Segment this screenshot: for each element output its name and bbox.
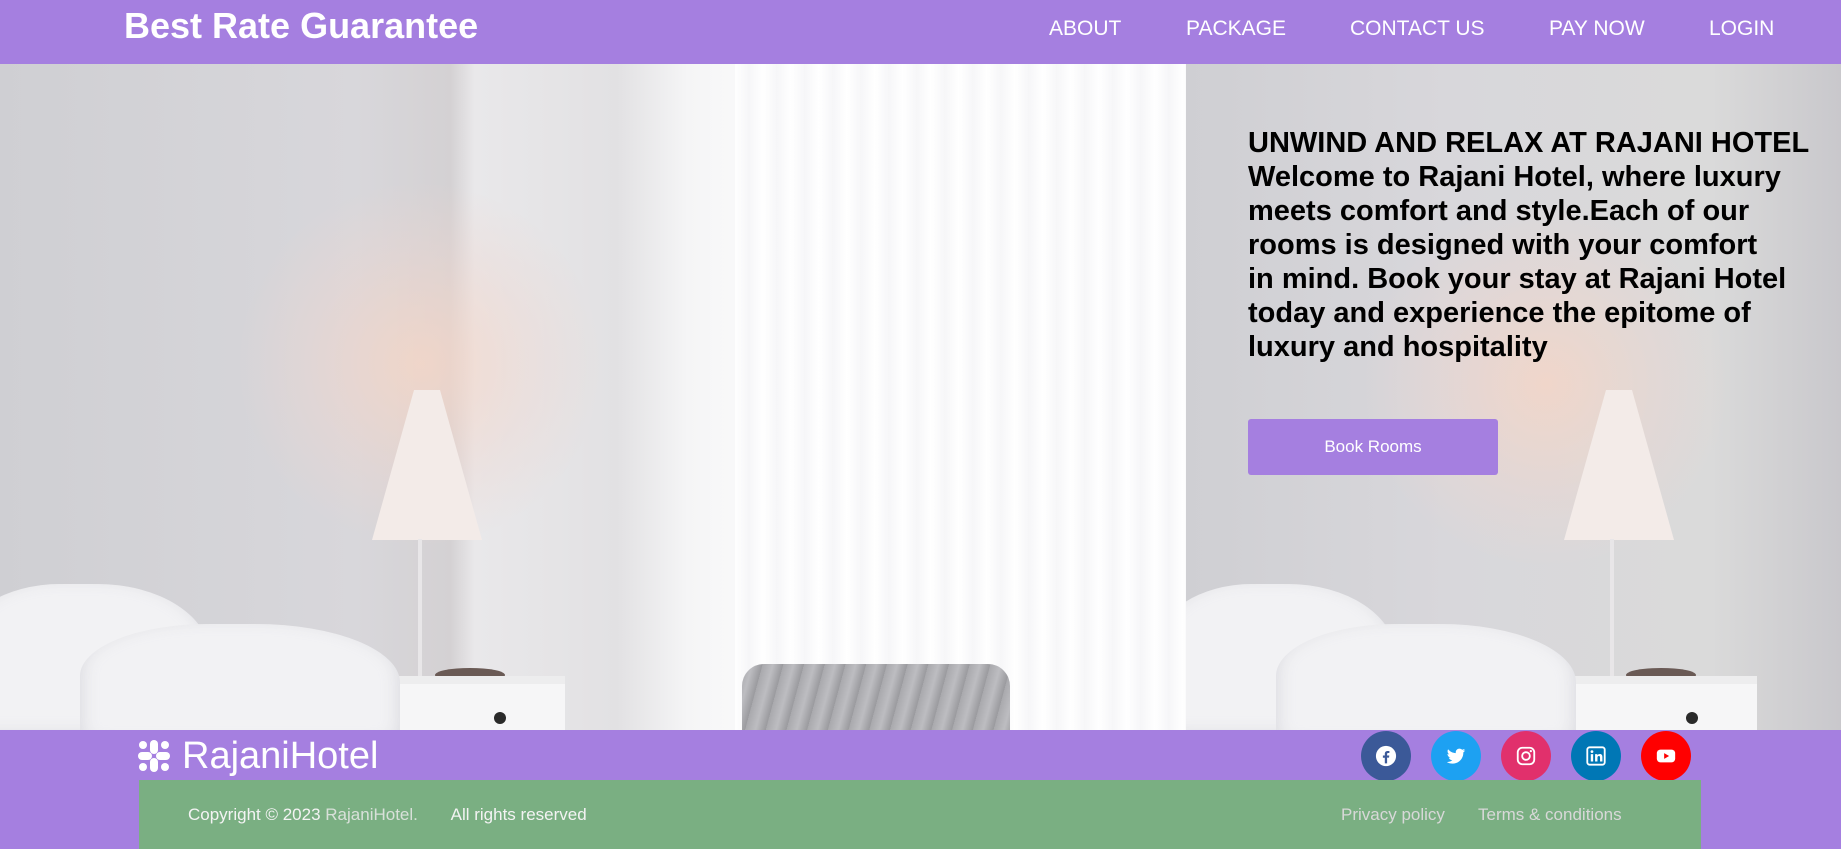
twitter-icon [1446, 748, 1466, 764]
nav-about[interactable]: ABOUT [1049, 17, 1121, 41]
hero-background-image [0, 64, 1186, 730]
instagram-icon [1516, 746, 1536, 766]
main-nav: ABOUT PACKAGE CONTACT US PAY NOW LOGIN [0, 17, 1841, 41]
privacy-policy-link[interactable]: Privacy policy [1341, 805, 1445, 825]
nav-contact-us[interactable]: CONTACT US [1350, 17, 1485, 41]
nav-login[interactable]: LOGIN [1709, 17, 1774, 41]
copyright-site-link[interactable]: RajaniHotel. [325, 805, 418, 824]
nav-package[interactable]: PACKAGE [1186, 17, 1286, 41]
social-links [0, 731, 1841, 781]
hero-title: UNWIND AND RELAX AT RAJANI HOTEL [1248, 127, 1810, 159]
twitter-link[interactable] [1431, 731, 1481, 781]
nav-pay-now[interactable]: PAY NOW [1549, 17, 1645, 41]
hero-section: UNWIND AND RELAX AT RAJANI HOTEL Welcome… [0, 64, 1841, 730]
copyright-text: Copyright © 2023 RajaniHotel. All rights… [188, 805, 587, 825]
youtube-link[interactable] [1641, 731, 1691, 781]
book-rooms-button[interactable]: Book Rooms [1248, 419, 1498, 475]
site-footer: RajaniHotel Copyright © 2023 RajaniHotel… [0, 730, 1841, 849]
copyright-prefix: Copyright © 2023 [188, 805, 321, 824]
linkedin-link[interactable] [1571, 731, 1621, 781]
linkedin-icon [1586, 746, 1606, 766]
instagram-link[interactable] [1501, 731, 1551, 781]
hero-description: Welcome to Rajani Hotel, where luxury me… [1248, 161, 1787, 363]
facebook-icon [1375, 745, 1397, 767]
copyright-bar: Copyright © 2023 RajaniHotel. All rights… [139, 780, 1701, 849]
hero-copy: UNWIND AND RELAX AT RAJANI HOTEL Welcome… [1248, 126, 1838, 364]
facebook-link[interactable] [1361, 731, 1411, 781]
youtube-icon [1656, 749, 1676, 763]
copyright-rights: All rights reserved [450, 805, 587, 824]
terms-conditions-link[interactable]: Terms & conditions [1478, 805, 1622, 825]
site-header: Best Rate Guarantee ABOUT PACKAGE CONTAC… [0, 0, 1841, 64]
